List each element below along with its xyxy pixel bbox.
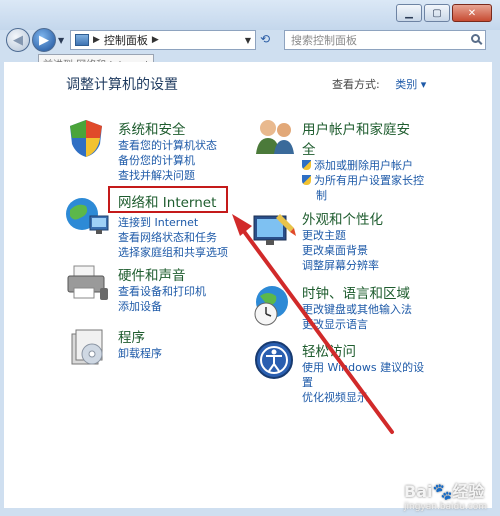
baidu-watermark: Bai🐾经验 jingyan.baidu.com [404, 478, 494, 512]
watermark-url: jingyan.baidu.com [404, 502, 488, 512]
watermark-brand2: 经验 [452, 482, 485, 501]
control-panel-window: ▁ ▢ ✕ ◀ ▶ ▼ ▶ 控制面板 ▶ ▼ ⟲ 搜索控制面板 前进到 网络和 … [0, 0, 500, 516]
watermark-brand: Bai [404, 482, 433, 501]
annotation-arrow-icon [232, 214, 394, 434]
